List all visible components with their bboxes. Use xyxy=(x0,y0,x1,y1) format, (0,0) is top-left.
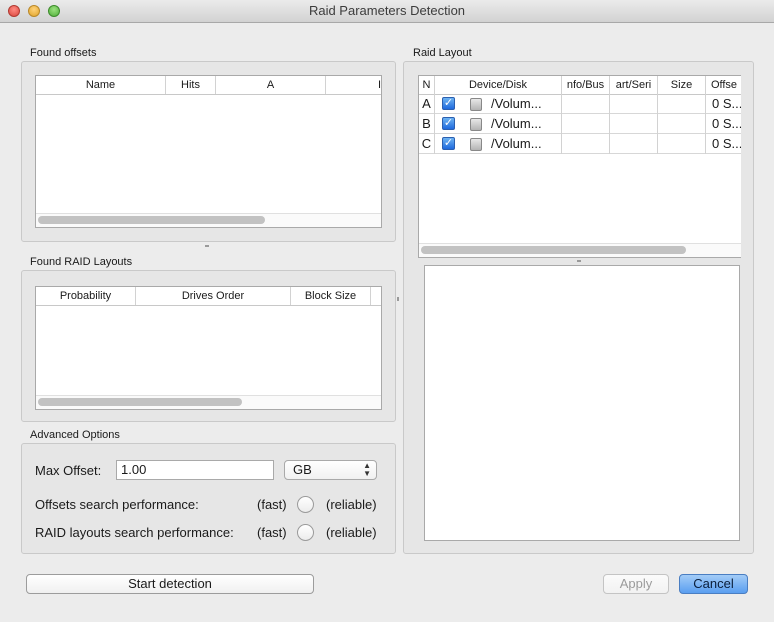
offsets-performance-slider-knob[interactable] xyxy=(297,496,314,513)
found-offsets-label: Found offsets xyxy=(30,47,97,59)
disk-icon xyxy=(470,118,482,131)
device-path: /Volum... xyxy=(491,96,542,111)
raid-layout-horizontal-scrollbar[interactable] xyxy=(421,246,686,254)
offset-unit-value: GB xyxy=(293,462,312,477)
disk-icon xyxy=(470,138,482,151)
raid-layout-row-c[interactable]: C ✓ /Volum... 0 S... xyxy=(419,134,741,154)
column-header-a[interactable]: A xyxy=(216,76,326,94)
raid-performance-slider-knob[interactable] xyxy=(297,524,314,541)
offset-cell: 0 S... xyxy=(712,116,741,131)
raid-reliable-label: (reliable) xyxy=(326,525,377,540)
found-offsets-horizontal-scrollbar[interactable] xyxy=(38,216,265,224)
advanced-options-group: Max Offset: 1.00 GB ▲ ▼ Offsets search pe… xyxy=(21,443,396,554)
raid-layout-row-b[interactable]: B ✓ /Volum... 0 S... xyxy=(419,114,741,134)
raid-layout-group: N Device/Disk nfo/Bus art/Seri Size Offs… xyxy=(403,61,754,554)
disk-icon xyxy=(470,98,482,111)
column-header-n[interactable]: N xyxy=(419,76,435,94)
column-header-block-size[interactable]: Block Size xyxy=(291,287,371,305)
column-header-i[interactable]: I xyxy=(326,76,381,94)
raid-layout-row-a[interactable]: A ✓ /Volum... 0 S... xyxy=(419,94,741,114)
column-header-drives-order[interactable]: Drives Order xyxy=(136,287,291,305)
device-cell: ✓ /Volum... xyxy=(435,134,562,154)
column-header-probability[interactable]: Probability xyxy=(36,287,136,305)
select-arrows-icon: ▲ ▼ xyxy=(363,461,371,478)
raid-layout-label: Raid Layout xyxy=(413,47,472,59)
size-cell xyxy=(658,114,706,134)
info-bus-cell xyxy=(562,134,610,154)
offset-cell: 0 S... xyxy=(712,96,741,111)
advanced-options-label: Advanced Options xyxy=(30,429,120,441)
raid-layouts-search-performance-label: RAID layouts search performance: xyxy=(35,525,234,540)
device-path: /Volum... xyxy=(491,136,542,151)
left-splitter-handle[interactable] xyxy=(205,245,209,247)
max-offset-input[interactable]: 1.00 xyxy=(116,460,274,480)
device-cell: ✓ /Volum... xyxy=(435,114,562,134)
found-offsets-group: Name Hits A I xyxy=(21,61,396,242)
offset-unit-select[interactable]: GB ▲ ▼ xyxy=(284,460,377,480)
found-raid-layouts-table-header: Probability Drives Order Block Size xyxy=(36,287,381,306)
device-path: /Volum... xyxy=(491,116,542,131)
column-header-offset[interactable]: Offse xyxy=(706,76,741,94)
part-serial-cell xyxy=(610,114,658,134)
offset-cell: 0 S... xyxy=(712,136,741,151)
vertical-splitter-handle[interactable] xyxy=(397,297,399,301)
window-title: Raid Parameters Detection xyxy=(308,3,466,18)
column-header-name[interactable]: Name xyxy=(36,76,166,94)
raid-layout-table[interactable]: N Device/Disk nfo/Bus art/Seri Size Offs… xyxy=(418,75,741,258)
column-header-info-bus[interactable]: nfo/Bus xyxy=(562,76,610,94)
device-c-enabled-checkbox[interactable]: ✓ xyxy=(442,137,455,150)
apply-button[interactable]: Apply xyxy=(603,574,669,594)
row-letter: B xyxy=(419,114,435,134)
offsets-fast-label: (fast) xyxy=(257,497,287,512)
device-b-enabled-checkbox[interactable]: ✓ xyxy=(442,117,455,130)
column-header-part-serial[interactable]: art/Seri xyxy=(610,76,658,94)
part-serial-cell xyxy=(610,94,658,114)
row-letter: C xyxy=(419,134,435,154)
device-a-enabled-checkbox[interactable]: ✓ xyxy=(442,97,455,110)
column-header-size[interactable]: Size xyxy=(658,76,706,94)
offsets-reliable-label: (reliable) xyxy=(326,497,377,512)
column-header-device-disk[interactable]: Device/Disk xyxy=(435,76,562,94)
offsets-search-performance-label: Offsets search performance: xyxy=(35,497,199,512)
size-cell xyxy=(658,94,706,114)
found-raid-layouts-table[interactable]: Probability Drives Order Block Size xyxy=(35,286,382,410)
raid-layout-table-header: N Device/Disk nfo/Bus art/Seri Size Offs… xyxy=(419,76,741,95)
found-raid-layouts-horizontal-scrollbar[interactable] xyxy=(38,398,242,406)
start-detection-button[interactable]: Start detection xyxy=(26,574,314,594)
found-offsets-table-header: Name Hits A I xyxy=(36,76,381,95)
raid-layout-preview-pane xyxy=(424,265,740,541)
column-header-hits[interactable]: Hits xyxy=(166,76,216,94)
found-raid-layouts-label: Found RAID Layouts xyxy=(30,256,133,268)
right-splitter-handle[interactable] xyxy=(577,260,581,262)
part-serial-cell xyxy=(610,134,658,154)
title-bar: Raid Parameters Detection xyxy=(0,0,774,23)
found-raid-layouts-group: Probability Drives Order Block Size xyxy=(21,270,396,422)
device-cell: ✓ /Volum... xyxy=(435,94,562,114)
cancel-button[interactable]: Cancel xyxy=(679,574,748,594)
info-bus-cell xyxy=(562,94,610,114)
size-cell xyxy=(658,134,706,154)
info-bus-cell xyxy=(562,114,610,134)
raid-fast-label: (fast) xyxy=(257,525,287,540)
row-letter: A xyxy=(419,94,435,114)
found-offsets-table[interactable]: Name Hits A I xyxy=(35,75,382,228)
max-offset-label: Max Offset: xyxy=(35,463,102,478)
